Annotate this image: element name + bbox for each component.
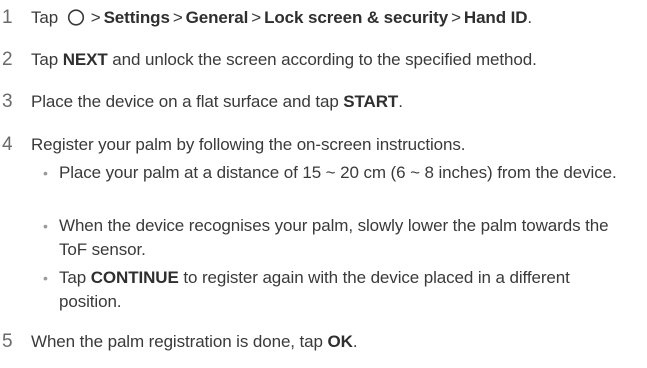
- instruction-list: 1 Tap > Settings > General > Lock screen & se…: [0, 0, 647, 368]
- tap-word: Tap: [31, 8, 59, 27]
- step-text-post: .: [352, 332, 358, 351]
- bullet-text: When the device recognises your palm, sl…: [59, 216, 609, 259]
- path-separator: >: [172, 8, 183, 27]
- path-lock-screen-security: Lock screen & security: [264, 8, 449, 27]
- bullet-icon: •: [43, 270, 48, 286]
- step-text-pre: When the palm registration is done, tap: [31, 332, 328, 351]
- bullet-icon: •: [43, 218, 48, 234]
- step-number: 3: [2, 91, 13, 112]
- period: .: [527, 8, 533, 27]
- step-number: 4: [2, 134, 13, 155]
- step-text-post: and unlock the screen according to the s…: [107, 50, 537, 69]
- path-general: General: [185, 8, 249, 27]
- ok-keyword: OK: [327, 332, 353, 351]
- path-separator: >: [90, 8, 101, 27]
- path-settings: Settings: [103, 8, 170, 27]
- path-separator: >: [251, 8, 262, 27]
- home-circle-icon: [67, 9, 84, 26]
- path-separator: >: [451, 8, 461, 27]
- step-text: Register your palm by following the on-s…: [31, 135, 466, 154]
- step-text-post: .: [398, 92, 403, 111]
- step-number: 5: [2, 331, 13, 352]
- bullet-text: Place your palm at a distance of 15 ~ 20…: [59, 163, 617, 182]
- bullet-text: Tap CONTINUE to register again with the …: [59, 266, 629, 314]
- step-text: Tap NEXT and unlock the screen according…: [31, 49, 537, 71]
- step-text: When the palm registration is done, tap …: [31, 331, 358, 353]
- next-keyword: NEXT: [62, 50, 108, 69]
- bullet-icon: •: [43, 165, 48, 181]
- step-text-pre: Place the device on a flat surface and t…: [31, 92, 344, 111]
- step-text: Tap > Settings > General > Lock screen & secu…: [31, 7, 532, 29]
- start-keyword: START: [343, 92, 399, 111]
- path-hand-id: Hand ID: [463, 8, 528, 27]
- step-number: 1: [2, 7, 13, 28]
- step-number: 2: [2, 49, 13, 70]
- bullet-text-pre: Tap: [59, 268, 91, 287]
- step-text: Place the device on a flat surface and t…: [31, 91, 403, 113]
- continue-keyword: CONTINUE: [90, 268, 179, 287]
- step-text-pre: Tap: [31, 50, 63, 69]
